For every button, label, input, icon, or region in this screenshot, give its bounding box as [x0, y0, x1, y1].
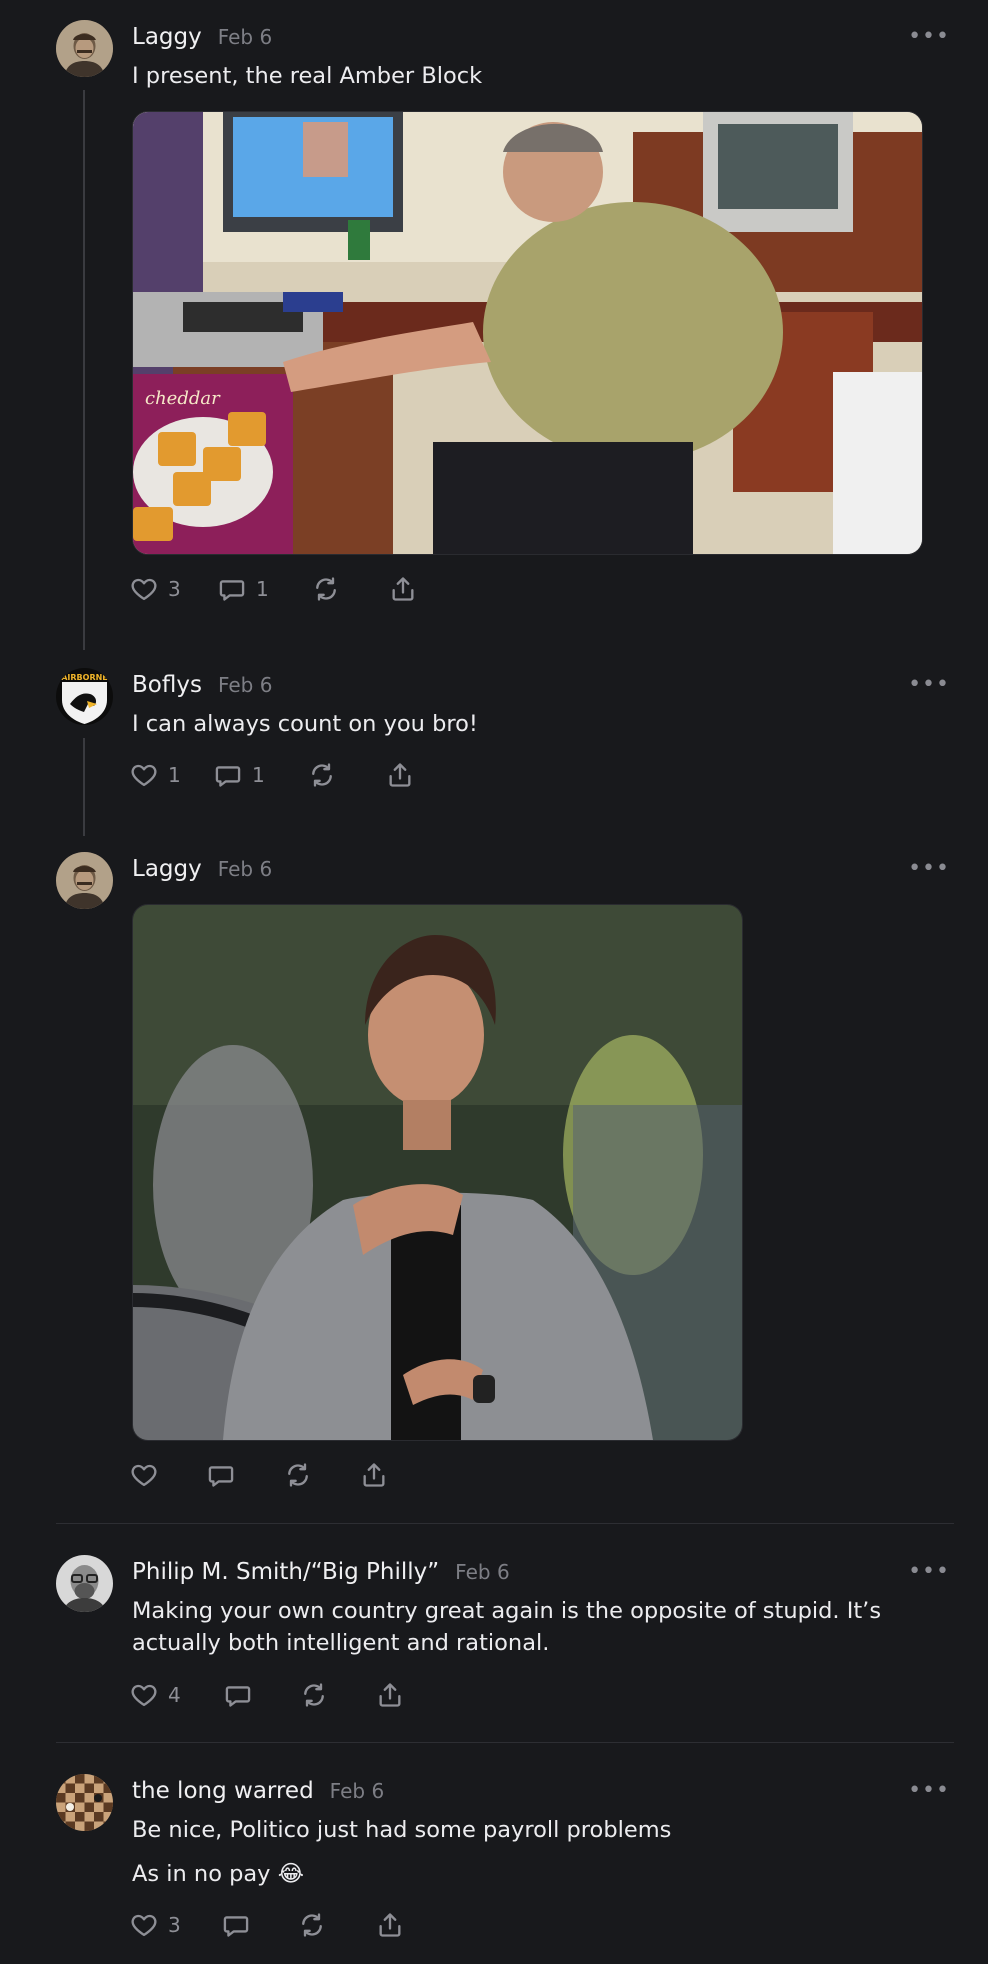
- share-button[interactable]: [389, 575, 417, 603]
- post-date[interactable]: Feb 6: [218, 25, 273, 49]
- reply-count: 1: [252, 763, 265, 787]
- more-options-icon[interactable]: •••: [908, 672, 950, 697]
- heart-icon: [130, 1461, 158, 1489]
- like-button[interactable]: 4: [130, 1681, 181, 1709]
- repost-button[interactable]: [312, 575, 340, 603]
- share-icon: [376, 1681, 404, 1709]
- share-icon: [376, 1911, 404, 1939]
- post-date[interactable]: Feb 6: [330, 1779, 385, 1803]
- like-count: 3: [168, 1913, 181, 1937]
- heart-icon: [130, 1681, 158, 1709]
- repost-icon: [300, 1681, 328, 1709]
- share-icon: [389, 575, 417, 603]
- like-count: 3: [168, 577, 181, 601]
- like-count: 1: [168, 763, 181, 787]
- reply-icon: [207, 1461, 235, 1489]
- reply-button[interactable]: [207, 1461, 245, 1489]
- reply-icon: [214, 761, 242, 789]
- reply-button[interactable]: 1: [218, 575, 269, 603]
- like-button[interactable]: [130, 1461, 168, 1489]
- more-options-icon[interactable]: •••: [908, 1778, 950, 1803]
- like-count: 4: [168, 1683, 181, 1707]
- post-actions: 3 1: [130, 575, 450, 609]
- share-button[interactable]: [386, 761, 414, 789]
- share-button[interactable]: [360, 1461, 388, 1489]
- reply-button[interactable]: [224, 1681, 262, 1709]
- avatar[interactable]: [56, 1774, 113, 1831]
- post-image[interactable]: [132, 904, 743, 1441]
- reply-button[interactable]: 1: [214, 761, 265, 789]
- post-image[interactable]: cheddar: [132, 111, 923, 555]
- post-date[interactable]: Feb 6: [455, 1560, 510, 1584]
- like-button[interactable]: 3: [130, 575, 181, 603]
- avatar[interactable]: [56, 20, 113, 77]
- author-name[interactable]: Laggy: [132, 24, 202, 50]
- heart-icon: [130, 761, 158, 789]
- thread-line: [83, 738, 85, 836]
- more-options-icon[interactable]: •••: [908, 24, 950, 49]
- repost-button[interactable]: [284, 1461, 312, 1489]
- post-date[interactable]: Feb 6: [218, 857, 273, 881]
- avatar-badge: AIRBORNE: [61, 673, 108, 682]
- post-divider: [56, 1742, 954, 1743]
- more-options-icon[interactable]: •••: [908, 1559, 950, 1584]
- post-date[interactable]: Feb 6: [218, 673, 273, 697]
- heart-icon: [130, 575, 158, 603]
- post-actions: 4: [130, 1681, 450, 1715]
- author-name[interactable]: Philip M. Smith/“Big Philly”: [132, 1559, 439, 1585]
- thread-line: [83, 90, 85, 650]
- repost-icon: [298, 1911, 326, 1939]
- post-text: I can always count on you bro!: [132, 711, 478, 737]
- repost-icon: [308, 761, 336, 789]
- reply-icon: [218, 575, 246, 603]
- reply-button[interactable]: [222, 1911, 260, 1939]
- share-icon: [360, 1461, 388, 1489]
- reply-count: 1: [256, 577, 269, 601]
- post-text-secondary: As in no pay 😂: [132, 1861, 304, 1887]
- repost-icon: [284, 1461, 312, 1489]
- repost-button[interactable]: [300, 1681, 328, 1709]
- reply-icon: [224, 1681, 252, 1709]
- repost-button[interactable]: [308, 761, 336, 789]
- repost-button[interactable]: [298, 1911, 326, 1939]
- svg-text:cheddar: cheddar: [145, 388, 221, 409]
- heart-icon: [130, 1911, 158, 1939]
- avatar[interactable]: AIRBORNE: [56, 668, 113, 725]
- post-actions: 3: [130, 1911, 450, 1945]
- avatar[interactable]: [56, 852, 113, 909]
- share-icon: [386, 761, 414, 789]
- office-photo: cheddar: [133, 112, 922, 554]
- post-text: I present, the real Amber Block: [132, 63, 483, 89]
- more-options-icon[interactable]: •••: [908, 856, 950, 881]
- post-actions: [130, 1461, 450, 1495]
- repost-icon: [312, 575, 340, 603]
- reply-icon: [222, 1911, 250, 1939]
- author-name[interactable]: Laggy: [132, 856, 202, 882]
- like-button[interactable]: 1: [130, 761, 181, 789]
- avatar[interactable]: [56, 1555, 113, 1612]
- post-text: Be nice, Politico just had some payroll …: [132, 1817, 672, 1843]
- author-name[interactable]: the long warred: [132, 1778, 314, 1804]
- share-button[interactable]: [376, 1911, 404, 1939]
- post-actions: 1 1: [130, 761, 450, 795]
- post-text: Making your own country great again is t…: [132, 1598, 882, 1656]
- post-divider: [56, 1523, 954, 1524]
- like-button[interactable]: 3: [130, 1911, 181, 1939]
- author-name[interactable]: Boflys: [132, 672, 202, 698]
- relief-photo: [133, 905, 742, 1440]
- share-button[interactable]: [376, 1681, 404, 1709]
